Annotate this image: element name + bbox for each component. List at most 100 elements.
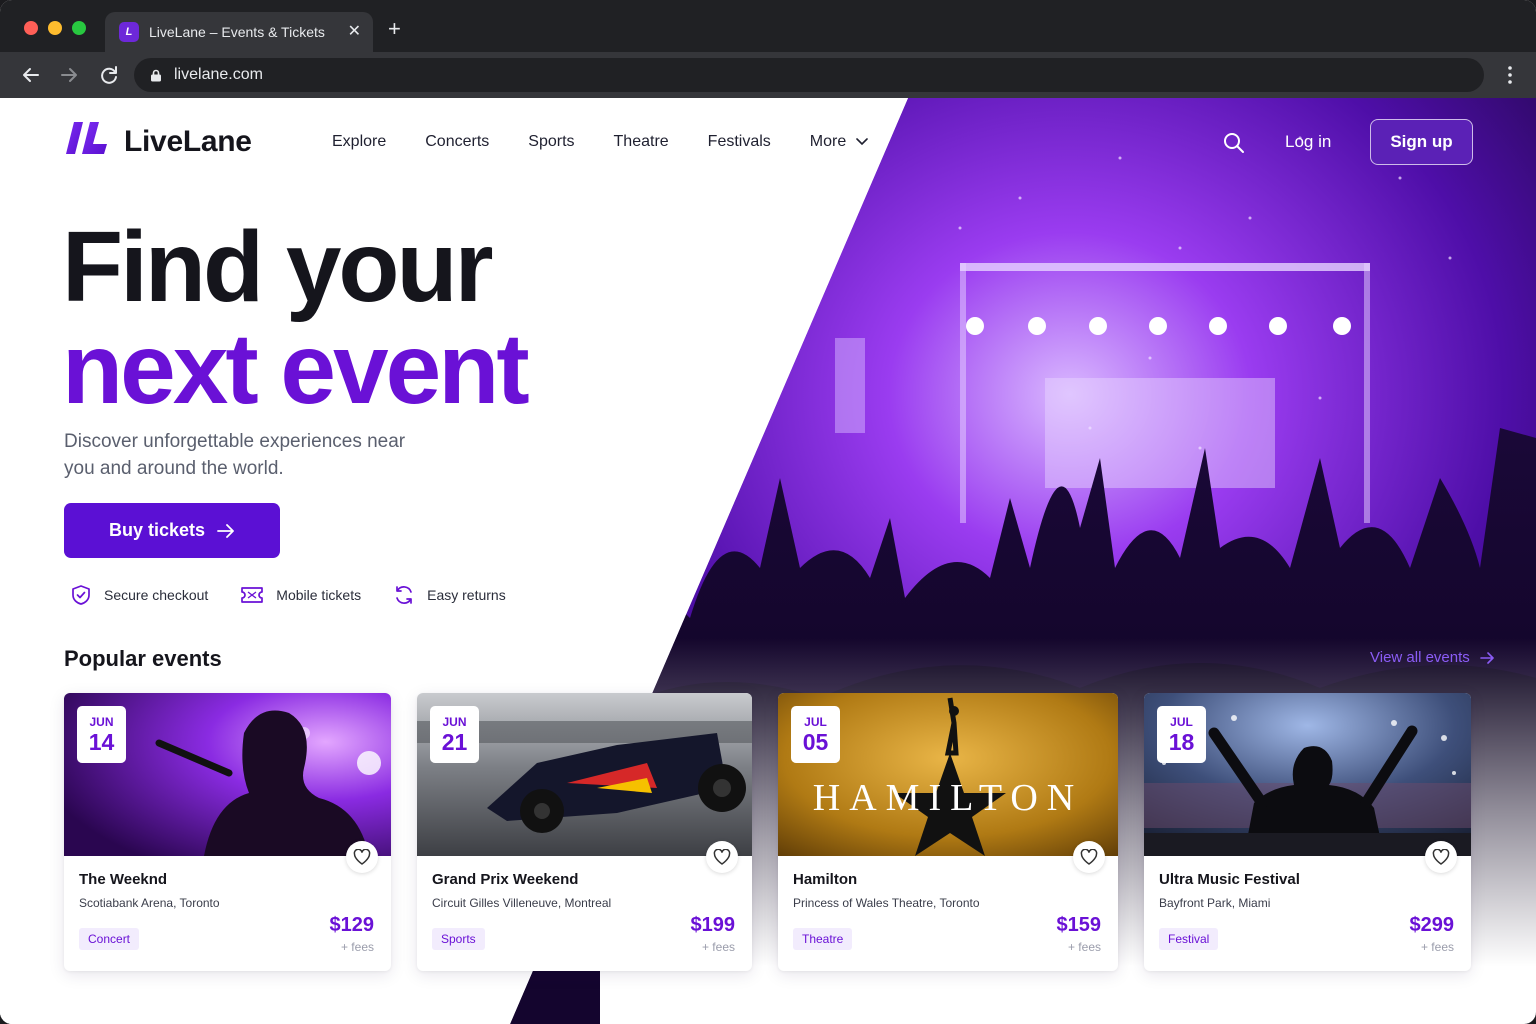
buy-tickets-label: Buy tickets	[108, 520, 206, 540]
heart-icon	[1080, 849, 1098, 865]
livelane-logo-icon	[66, 122, 107, 154]
event-fees: + fees	[701, 940, 735, 954]
hero-heading-line2: next event	[62, 313, 530, 425]
back-arrow-icon[interactable]	[17, 61, 45, 89]
hero-heading-line1: Find your	[62, 211, 494, 323]
event-venue: Princess of Wales Theatre, Toronto	[793, 896, 980, 910]
event-price: $159	[1056, 914, 1102, 936]
brand-name: LiveLane	[124, 125, 252, 158]
hamilton-wordmark: HAMILTON	[813, 777, 1083, 819]
forward-arrow-icon[interactable]	[55, 61, 83, 89]
favorite-button[interactable]	[346, 841, 378, 873]
address-bar[interactable]: livelane.com	[134, 58, 1484, 92]
main-nav: Explore Concerts Sports Theatre Festival…	[332, 133, 869, 151]
heart-icon	[1432, 849, 1450, 865]
search-icon[interactable]	[1222, 131, 1246, 155]
nav-explore[interactable]: Explore	[332, 133, 386, 151]
feature-list: Secure checkout Mobile tickets Easy retu…	[70, 584, 506, 606]
event-fees: + fees	[1420, 940, 1454, 954]
nav-theatre[interactable]: Theatre	[614, 133, 669, 151]
event-category-tag: Concert	[79, 928, 140, 950]
event-category-tag: Theatre	[793, 928, 853, 950]
feature-secure-checkout: Secure checkout	[70, 584, 208, 606]
hero-subtitle: Discover unforgettable experiences near …	[64, 431, 406, 479]
brand-logo[interactable]: LiveLane	[64, 122, 252, 162]
event-venue: Scotiabank Arena, Toronto	[79, 896, 220, 910]
event-card[interactable]: JUL 18 Ultra Music Festival Bayfront Par…	[1144, 693, 1471, 971]
event-date-badge: JUL 18	[1157, 706, 1206, 763]
feature-label: Easy returns	[427, 587, 506, 603]
feature-easy-returns: Easy returns	[393, 584, 506, 606]
nav-festivals[interactable]: Festivals	[708, 133, 771, 151]
tab-title: LiveLane – Events & Tickets	[149, 24, 325, 40]
event-price: $199	[690, 914, 736, 936]
maximize-window-button[interactable]	[72, 21, 86, 35]
buy-tickets-button[interactable]: Buy tickets	[64, 503, 280, 558]
nav-sports[interactable]: Sports	[528, 133, 574, 151]
event-title: Hamilton	[793, 871, 858, 888]
event-price: $129	[329, 914, 375, 936]
reload-icon[interactable]	[95, 61, 123, 89]
browser-tabbar: L LiveLane – Events & Tickets ✕ +	[0, 0, 1536, 52]
favorite-button[interactable]	[706, 841, 738, 873]
view-all-label: View all events	[1370, 649, 1470, 666]
feature-label: Mobile tickets	[276, 587, 362, 603]
event-fees: + fees	[340, 940, 374, 954]
event-month: JUL	[804, 715, 827, 729]
favorite-button[interactable]	[1073, 841, 1105, 873]
shield-check-icon	[72, 585, 90, 605]
event-card[interactable]: HAMILTON JUL 05 Hamilton Princess of Wal…	[778, 693, 1118, 971]
event-day: 18	[1168, 729, 1195, 755]
event-category-tag: Sports	[432, 928, 485, 950]
event-month: JUN	[442, 715, 467, 729]
event-date-badge: JUL 05	[791, 706, 840, 763]
event-date-badge: JUN 21	[430, 706, 479, 763]
event-day: 05	[802, 729, 829, 755]
arrow-right-icon	[1479, 651, 1494, 664]
event-month: JUN	[89, 715, 114, 729]
hero-heading: Find your next event	[62, 211, 530, 425]
event-title: Grand Prix Weekend	[432, 871, 579, 888]
browser-toolbar: livelane.com	[0, 52, 1536, 98]
browser-window: L LiveLane – Events & Tickets ✕ + livela…	[0, 0, 1536, 1024]
browser-tab[interactable]: L LiveLane – Events & Tickets ✕	[105, 12, 373, 52]
nav-more-label: More	[809, 133, 847, 150]
feature-mobile-tickets: Mobile tickets	[240, 584, 361, 606]
refresh-arrows-icon	[396, 586, 412, 604]
url-text: livelane.com	[174, 66, 263, 83]
favorite-button[interactable]	[1425, 841, 1457, 873]
event-venue: Circuit Gilles Villeneuve, Montreal	[432, 896, 612, 910]
event-month: JUL	[1170, 715, 1193, 729]
event-venue: Bayfront Park, Miami	[1159, 896, 1271, 910]
event-day: 21	[441, 729, 468, 755]
chevron-down-icon	[856, 138, 869, 146]
event-title: Ultra Music Festival	[1159, 871, 1300, 888]
signup-button[interactable]: Sign up	[1370, 119, 1473, 165]
event-category-tag: Festival	[1159, 928, 1219, 950]
browser-menu-icon[interactable]	[1508, 66, 1512, 84]
event-price: $299	[1409, 914, 1455, 936]
event-title: The Weeknd	[79, 871, 168, 888]
favicon-icon: L	[119, 22, 139, 42]
view-all-events-link[interactable]: View all events	[1370, 649, 1494, 666]
close-tab-icon[interactable]: ✕	[348, 21, 361, 41]
event-card[interactable]: JUN 14 The Weeknd Scotiabank Arena, Toro…	[64, 693, 391, 971]
popular-events-heading: Popular events	[64, 646, 222, 671]
login-link[interactable]: Log in	[1285, 132, 1331, 152]
lock-icon	[151, 69, 161, 82]
new-tab-icon[interactable]: +	[388, 18, 401, 40]
heart-icon	[713, 849, 731, 865]
event-date-badge: JUN 14	[77, 706, 126, 763]
heart-icon	[353, 849, 371, 865]
web-page: LiveLane Explore Concerts Sports Theatre…	[0, 98, 1536, 1024]
feature-label: Secure checkout	[104, 587, 209, 603]
event-fees: + fees	[1067, 940, 1101, 954]
arrow-right-icon	[217, 523, 234, 538]
ticket-icon	[241, 587, 264, 603]
close-window-button[interactable]	[24, 21, 38, 35]
nav-concerts[interactable]: Concerts	[425, 133, 489, 151]
minimize-window-button[interactable]	[48, 21, 62, 35]
window-controls	[24, 21, 86, 35]
event-card[interactable]: JUN 21 Grand Prix Weekend Circuit Gilles…	[417, 693, 752, 971]
nav-more[interactable]: More	[809, 133, 869, 151]
